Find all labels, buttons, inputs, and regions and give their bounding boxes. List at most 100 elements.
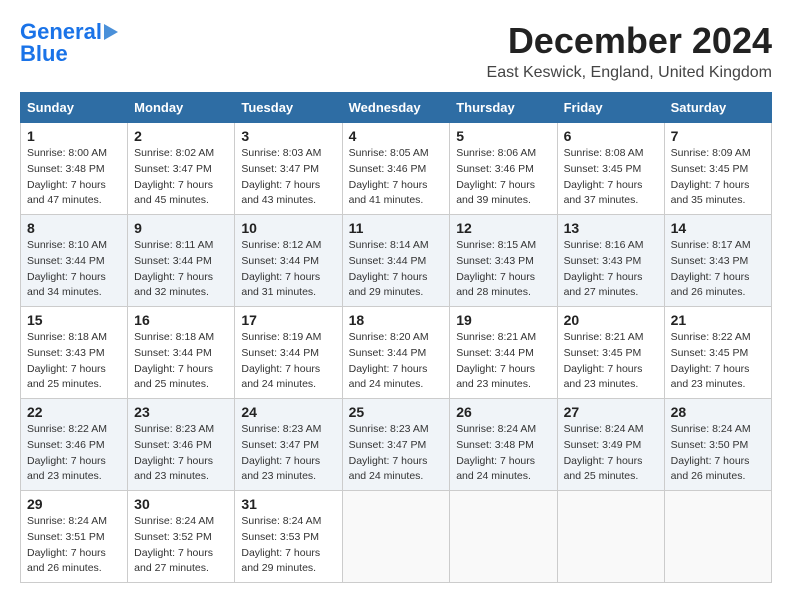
daylight-label: Daylight: 7 hours and 24 minutes. bbox=[241, 363, 320, 391]
calendar-cell: 11Sunrise: 8:14 AMSunset: 3:44 PMDayligh… bbox=[342, 215, 450, 307]
calendar-cell: 30Sunrise: 8:24 AMSunset: 3:52 PMDayligh… bbox=[128, 491, 235, 583]
sunset-label: Sunset: 3:44 PM bbox=[241, 347, 319, 359]
calendar-week-row: 22Sunrise: 8:22 AMSunset: 3:46 PMDayligh… bbox=[21, 399, 772, 491]
day-info: Sunrise: 8:22 AMSunset: 3:46 PMDaylight:… bbox=[27, 422, 121, 485]
daylight-label: Daylight: 7 hours and 23 minutes. bbox=[671, 363, 750, 391]
sunrise-label: Sunrise: 8:06 AM bbox=[456, 147, 536, 159]
sunrise-label: Sunrise: 8:08 AM bbox=[564, 147, 644, 159]
calendar-cell: 14 Sunrise: 8:17 AMSunset: 3:43 PMDayligh… bbox=[664, 215, 771, 307]
calendar-cell: 24 Sunrise: 8:23 AMSunset: 3:47 PMDayligh… bbox=[235, 399, 342, 491]
day-number: 4 bbox=[349, 128, 444, 144]
calendar-cell bbox=[450, 491, 557, 583]
sunrise-label: Sunrise: 8:05 AM bbox=[349, 147, 429, 159]
daylight-label: Daylight: 7 hours and 24 minutes. bbox=[349, 455, 428, 483]
day-info: Sunrise: 8:23 AMSunset: 3:46 PMDaylight:… bbox=[134, 422, 228, 485]
calendar-table: SundayMondayTuesdayWednesdayThursdayFrid… bbox=[20, 92, 772, 583]
daylight-label: Daylight: 7 hours and 32 minutes. bbox=[134, 271, 213, 299]
day-number: 21 bbox=[671, 312, 765, 328]
sunset-label: Sunset: 3:45 PM bbox=[671, 347, 749, 359]
day-number: 9 bbox=[134, 220, 228, 236]
calendar-cell: 4 Sunrise: 8:05 AMSunset: 3:46 PMDaylight… bbox=[342, 123, 450, 215]
day-number: 5 bbox=[456, 128, 550, 144]
sunrise-label: Sunrise: 8:24 AM bbox=[241, 515, 321, 527]
sunset-label: Sunset: 3:47 PM bbox=[349, 439, 427, 451]
weekday-header-monday: Monday bbox=[128, 93, 235, 123]
sunset-label: Sunset: 3:45 PM bbox=[564, 347, 642, 359]
daylight-label: Daylight: 7 hours and 37 minutes. bbox=[564, 179, 643, 207]
day-info: Sunrise: 8:10 AM Sunset: 3:44 PM Daylight:… bbox=[27, 238, 121, 301]
calendar-cell: 6Sunrise: 8:08 AMSunset: 3:45 PMDaylight… bbox=[557, 123, 664, 215]
day-number: 26 bbox=[456, 404, 550, 420]
day-number: 13 bbox=[564, 220, 658, 236]
sunset-label: Sunset: 3:47 PM bbox=[241, 439, 319, 451]
calendar-cell: 28 Sunrise: 8:24 AMSunset: 3:50 PMDayligh… bbox=[664, 399, 771, 491]
day-number: 28 bbox=[671, 404, 765, 420]
day-info: Sunrise: 8:06 AMSunset: 3:46 PMDaylight:… bbox=[456, 146, 550, 209]
day-info: Sunrise: 8:09 AMSunset: 3:45 PMDaylight:… bbox=[671, 146, 765, 209]
day-number: 12 bbox=[456, 220, 550, 236]
calendar-cell: 2Sunrise: 8:02 AMSunset: 3:47 PMDaylight… bbox=[128, 123, 235, 215]
calendar-cell: 26Sunrise: 8:24 AMSunset: 3:48 PMDayligh… bbox=[450, 399, 557, 491]
daylight-label: Daylight: 7 hours and 29 minutes. bbox=[349, 271, 428, 299]
sunset-label: Sunset: 3:48 PM bbox=[456, 439, 534, 451]
day-number: 31 bbox=[241, 496, 335, 512]
day-number: 10 bbox=[241, 220, 335, 236]
day-info: Sunrise: 8:24 AMSunset: 3:50 PMDaylight:… bbox=[671, 422, 765, 485]
calendar-cell: 27Sunrise: 8:24 AMSunset: 3:49 PMDayligh… bbox=[557, 399, 664, 491]
sunset-label: Sunset: 3:47 PM bbox=[241, 163, 319, 175]
sunset-label: Sunset: 3:51 PM bbox=[27, 531, 105, 543]
day-number: 16 bbox=[134, 312, 228, 328]
daylight-label: Daylight: 7 hours and 27 minutes. bbox=[134, 547, 213, 575]
day-info: Sunrise: 8:17 AMSunset: 3:43 PMDaylight:… bbox=[671, 238, 765, 301]
daylight-label: Daylight: 7 hours and 28 minutes. bbox=[456, 271, 535, 299]
day-number: 7 bbox=[671, 128, 765, 144]
sunrise-label: Sunrise: 8:16 AM bbox=[564, 239, 644, 251]
sunrise-label: Sunrise: 8:14 AM bbox=[349, 239, 429, 251]
day-number: 8 bbox=[27, 220, 121, 236]
sunset-label: Sunset: 3:46 PM bbox=[134, 439, 212, 451]
day-info: Sunrise: 8:21 AMSunset: 3:45 PMDaylight:… bbox=[564, 330, 658, 393]
calendar-cell: 13 Sunrise: 8:16 AMSunset: 3:43 PMDayligh… bbox=[557, 215, 664, 307]
sunset-label: Sunset: 3:52 PM bbox=[134, 531, 212, 543]
sunrise-label: Sunrise: 8:10 AM bbox=[27, 239, 107, 251]
sunset-label: Sunset: 3:45 PM bbox=[671, 163, 749, 175]
calendar-title: December 2024 bbox=[487, 20, 772, 62]
day-info: Sunrise: 8:14 AMSunset: 3:44 PMDaylight:… bbox=[349, 238, 444, 301]
calendar-cell: 23Sunrise: 8:23 AMSunset: 3:46 PMDayligh… bbox=[128, 399, 235, 491]
daylight-label: Daylight: 7 hours and 34 minutes. bbox=[27, 271, 106, 299]
sunset-label: Sunset: 3:44 PM bbox=[134, 255, 212, 267]
daylight-label: Daylight: 7 hours and 43 minutes. bbox=[241, 179, 320, 207]
day-number: 15 bbox=[27, 312, 121, 328]
daylight-label: Daylight: 7 hours and 45 minutes. bbox=[134, 179, 213, 207]
day-info: Sunrise: 8:24 AMSunset: 3:51 PMDaylight:… bbox=[27, 514, 121, 577]
day-info: Sunrise: 8:22 AM Sunset: 3:45 PM Daylight:… bbox=[671, 330, 765, 393]
day-info: Sunrise: 8:02 AMSunset: 3:47 PMDaylight:… bbox=[134, 146, 228, 209]
calendar-cell: 19Sunrise: 8:21 AMSunset: 3:44 PMDayligh… bbox=[450, 307, 557, 399]
weekday-header-sunday: Sunday bbox=[21, 93, 128, 123]
day-number: 14 bbox=[671, 220, 765, 236]
sunset-label: Sunset: 3:44 PM bbox=[241, 255, 319, 267]
weekday-header-wednesday: Wednesday bbox=[342, 93, 450, 123]
calendar-cell: 8 Sunrise: 8:10 AM Sunset: 3:44 PM Daylight… bbox=[21, 215, 128, 307]
sunrise-label: Sunrise: 8:23 AM bbox=[134, 423, 214, 435]
sunrise-label: Sunrise: 8:02 AM bbox=[134, 147, 214, 159]
calendar-cell: 22Sunrise: 8:22 AMSunset: 3:46 PMDayligh… bbox=[21, 399, 128, 491]
day-info: Sunrise: 8:05 AMSunset: 3:46 PMDaylight:… bbox=[349, 146, 444, 209]
sunrise-label: Sunrise: 8:22 AM bbox=[671, 331, 751, 343]
day-info: Sunrise: 8:16 AMSunset: 3:43 PMDaylight:… bbox=[564, 238, 658, 301]
calendar-week-row: 8 Sunrise: 8:10 AM Sunset: 3:44 PM Daylight… bbox=[21, 215, 772, 307]
daylight-label: Daylight: 7 hours and 25 minutes. bbox=[564, 455, 643, 483]
day-number: 24 bbox=[241, 404, 335, 420]
sunrise-label: Sunrise: 8:21 AM bbox=[564, 331, 644, 343]
day-info: Sunrise: 8:11 AMSunset: 3:44 PMDaylight:… bbox=[134, 238, 228, 301]
day-info: Sunrise: 8:23 AMSunset: 3:47 PMDaylight:… bbox=[241, 422, 335, 485]
sunset-label: Sunset: 3:44 PM bbox=[27, 255, 105, 267]
calendar-cell: 18Sunrise: 8:20 AMSunset: 3:44 PMDayligh… bbox=[342, 307, 450, 399]
daylight-label: Daylight: 7 hours and 29 minutes. bbox=[241, 547, 320, 575]
daylight-label: Daylight: 7 hours and 39 minutes. bbox=[456, 179, 535, 207]
daylight-label: Daylight: 7 hours and 26 minutes. bbox=[671, 271, 750, 299]
sunset-label: Sunset: 3:49 PM bbox=[564, 439, 642, 451]
calendar-cell: 17Sunrise: 8:19 AMSunset: 3:44 PMDayligh… bbox=[235, 307, 342, 399]
daylight-label: Daylight: 7 hours and 23 minutes. bbox=[241, 455, 320, 483]
calendar-cell bbox=[342, 491, 450, 583]
